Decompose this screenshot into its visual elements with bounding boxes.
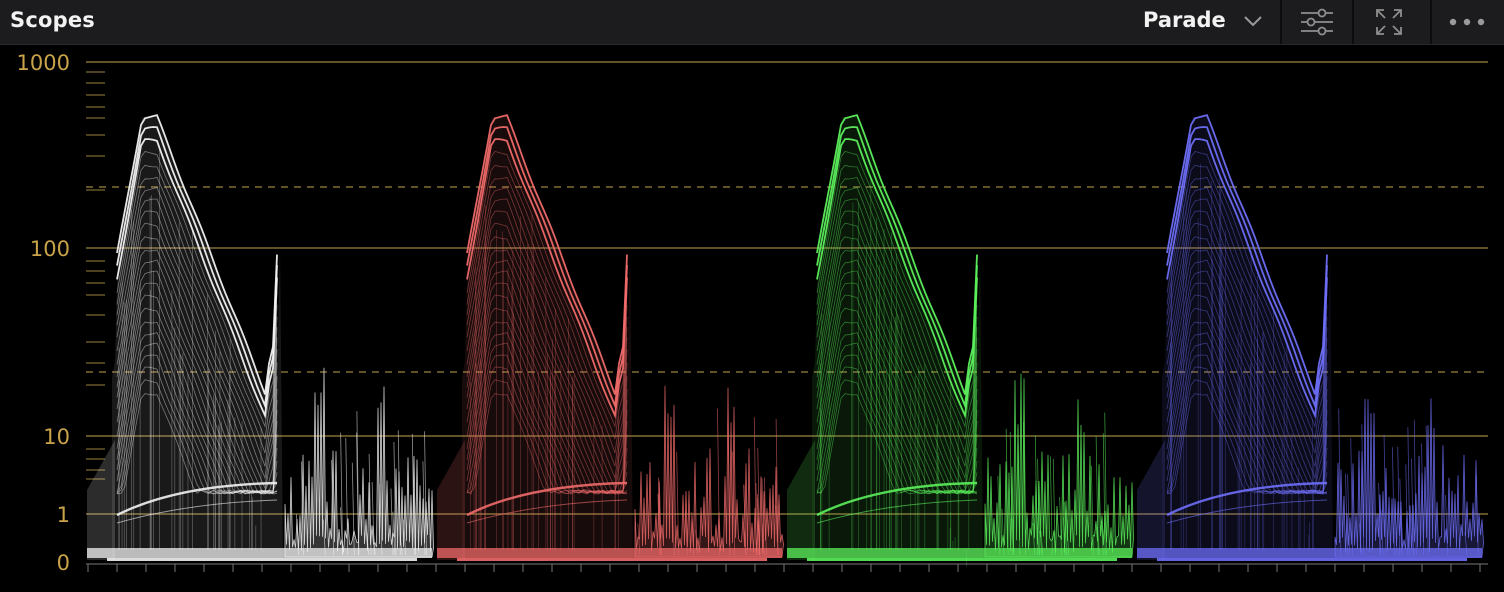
y-axis-label: 100 — [30, 237, 70, 261]
parade-trace-luma — [87, 114, 434, 561]
scope-settings-button[interactable] — [1282, 0, 1352, 44]
scope-traces — [87, 114, 1484, 567]
parade-scope-display: 10001001010 — [17, 51, 1488, 575]
parade-trace-blue — [1137, 114, 1484, 561]
expand-icon — [1376, 9, 1402, 35]
expand-scope-button[interactable] — [1354, 0, 1424, 44]
panel-title: Scopes — [10, 8, 95, 32]
scope-y-axis-labels: 10001001010 — [17, 51, 70, 575]
y-axis-label: 1 — [57, 503, 70, 527]
y-axis-label: 1000 — [17, 51, 70, 75]
scopes-panel: Scopes Parade 1000 100 10 1 0 — [0, 0, 1504, 592]
parade-trace-red — [437, 114, 784, 561]
more-options-icon — [1449, 18, 1485, 26]
more-options-button[interactable] — [1432, 0, 1502, 44]
settings-sliders-icon — [1301, 8, 1333, 36]
y-axis-label: 0 — [57, 551, 70, 575]
scope-mode-label: Parade — [1143, 8, 1226, 32]
parade-trace-green — [787, 114, 1134, 567]
y-axis-label: 10 — [43, 425, 70, 449]
panel-header: Scopes Parade — [0, 0, 1504, 45]
scope-x-axis — [86, 563, 1488, 572]
chevron-down-icon — [1244, 16, 1262, 27]
scope-mode-dropdown[interactable]: Parade — [1130, 0, 1280, 44]
